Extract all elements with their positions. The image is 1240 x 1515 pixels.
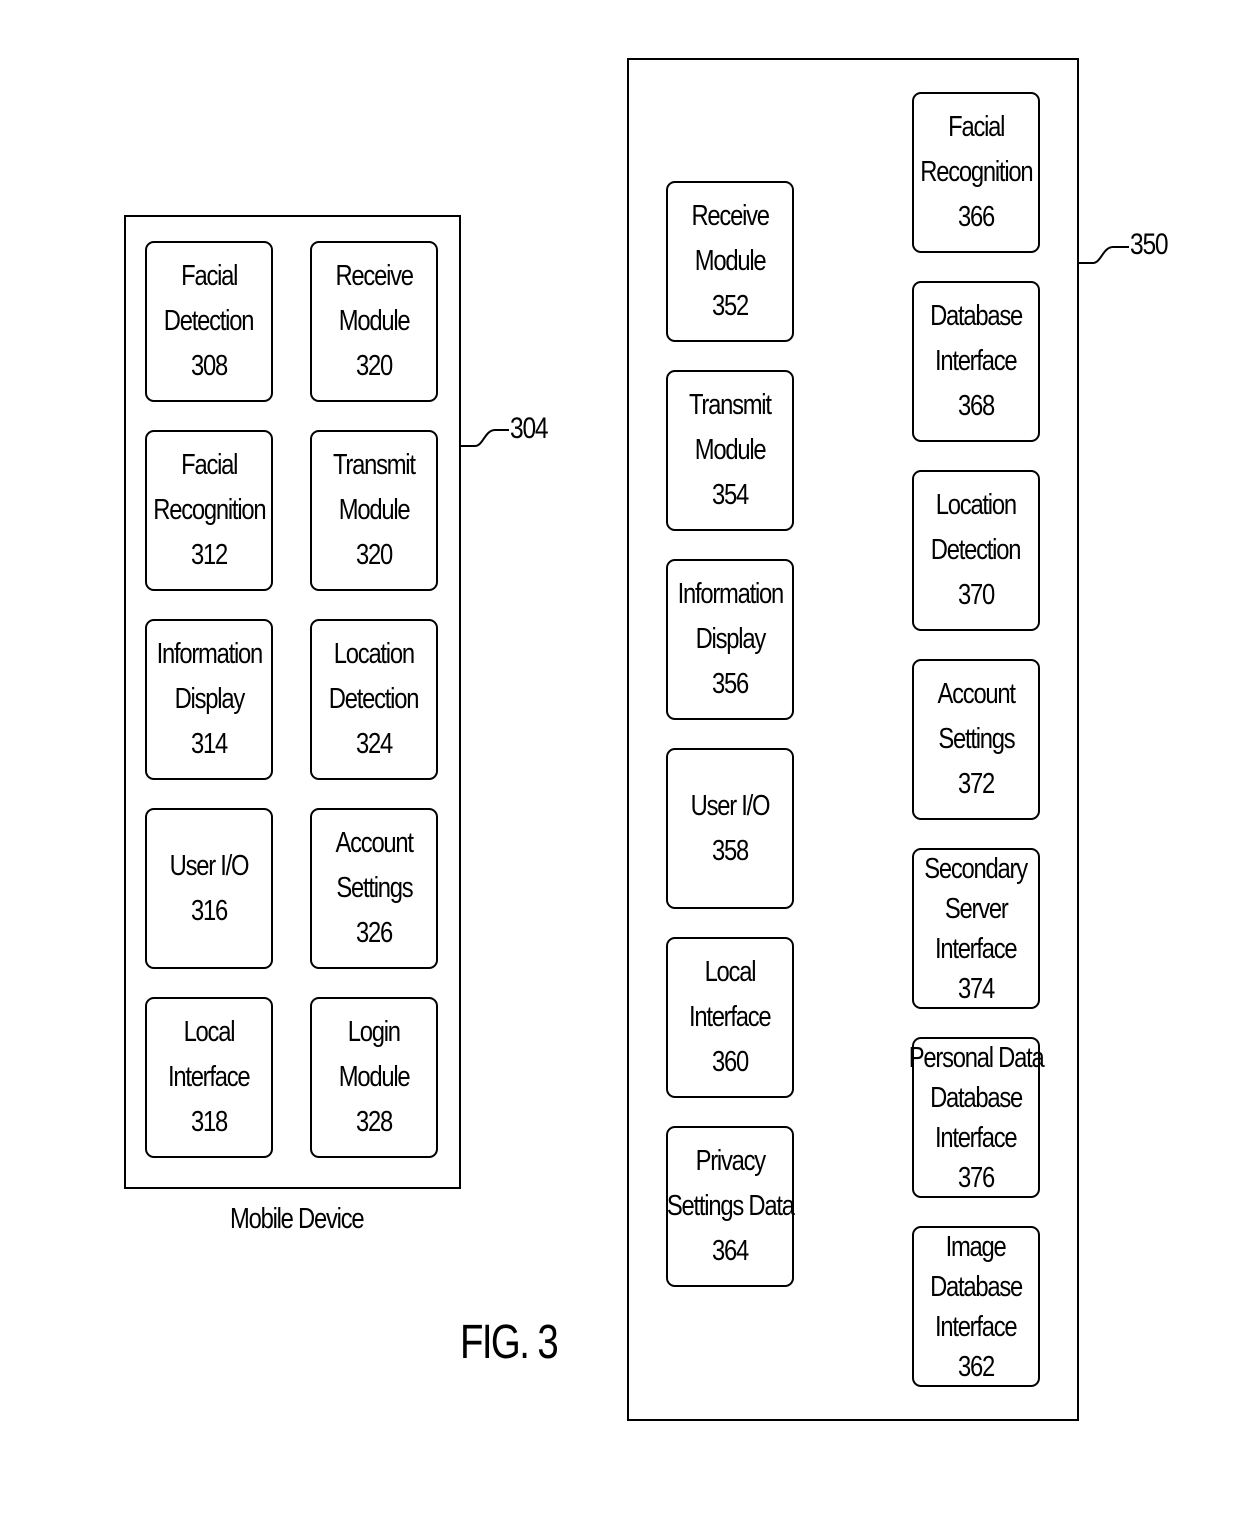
module-login-module: Login Module 328 [310,997,438,1158]
module-ref-number: 316 [190,894,228,927]
mobile-device-caption: Mobile Device [230,1203,365,1235]
module-label-line: Interface [935,1121,1018,1154]
module-label-line: Local [183,1016,236,1048]
module-ref-number: 370 [957,579,995,611]
module-ref-number: 328 [355,1106,393,1138]
figure-label: FIG. 3 [460,1316,559,1369]
module-label-line: Login [347,1016,401,1048]
module-privacy-settings-data: Privacy Settings Data 364 [666,1126,795,1287]
module-label-line: Receive [335,260,414,292]
module-label-line: Database [930,1270,1023,1303]
module-ref-number: 320 [355,350,393,382]
server-leader-line [1079,246,1129,264]
mobile-device-ref-number: 304 [510,412,549,445]
module-label-line: Transmit [689,389,772,421]
module-label-line: Location [333,638,415,670]
module-ref-number: 360 [711,1046,749,1078]
module-label-line: Module [694,245,767,277]
module-ref-number: 368 [957,390,995,422]
module-label-line: Account [937,678,1016,710]
module-label-line: Secondary [924,852,1029,885]
module-label-line: Recognition [152,494,266,526]
module-location-detection: Location Detection 324 [310,619,438,780]
module-label-line: Module [338,1061,411,1093]
module-ref-number: 362 [957,1350,995,1383]
module-information-display: Information Display 356 [666,559,794,720]
module-user-i-o: User I/O 316 [145,808,273,969]
module-ref-number: 364 [711,1235,749,1267]
module-label-line: Display [695,623,766,655]
module-ref-number: 376 [957,1161,995,1194]
module-ref-number: 366 [957,201,995,233]
module-label-line: Detection [931,534,1022,566]
module-database-interface: Database Interface 368 [912,281,1040,442]
module-label-line: Location [935,489,1017,521]
module-local-interface: Local Interface 318 [145,997,273,1158]
module-information-display: Information Display 314 [145,619,273,780]
module-receive-module: Receive Module 352 [666,181,794,342]
module-label-line: Module [338,494,411,526]
module-ref-number: 308 [190,350,228,382]
module-label-line: User I/O [169,849,250,882]
mobile-device-leader-line [461,429,509,447]
module-label-line: Module [338,305,411,337]
module-ref-number: 314 [190,728,228,760]
module-label-line: Interface [935,345,1018,377]
module-ref-number: 324 [355,728,393,760]
module-label-line: Detection [329,683,420,715]
module-image-database-interface: Image Database Interface 362 [912,1226,1040,1387]
module-label-line: Information [156,638,263,670]
module-location-detection: Location Detection 370 [912,470,1040,631]
module-label-line: Facial [180,260,238,292]
module-label-line: Display [174,683,245,715]
module-label-line: Receive [691,200,770,232]
module-ref-number: 326 [355,917,393,949]
module-label-line: Database [930,1081,1023,1114]
module-label-line: Server [944,892,1009,925]
module-facial-recognition: Facial Recognition 312 [145,430,273,591]
module-label-line: Facial [180,449,238,481]
module-ref-number: 358 [711,834,749,867]
module-ref-number: 354 [711,479,749,511]
module-label-line: Interface [689,1001,772,1033]
module-transmit-module: Transmit Module 320 [310,430,438,591]
module-ref-number: 372 [957,768,995,800]
module-label-line: Local [704,956,757,988]
module-personal-data-database-interface: Personal Data Database Interface 376 [909,1037,1045,1198]
module-label-line: Detection [164,305,255,337]
module-label-line: Privacy [695,1145,766,1177]
module-label-line: Image [946,1230,1007,1263]
module-ref-number: 356 [711,668,749,700]
module-label-line: Personal Data [908,1041,1045,1074]
module-facial-detection: Facial Detection 308 [145,241,273,402]
module-ref-number: 352 [711,290,749,322]
module-label-line: Interface [935,1310,1018,1343]
module-local-interface: Local Interface 360 [666,937,794,1098]
module-label-line: Recognition [919,156,1033,188]
module-label-line: Settings [937,723,1015,755]
module-label-line: User I/O [690,789,771,822]
module-account-settings: Account Settings 326 [310,808,438,969]
module-ref-number: 318 [190,1106,228,1138]
server-ref-number: 350 [1130,228,1169,261]
module-ref-number: 374 [957,972,995,1005]
module-label-line: Settings [335,872,413,904]
module-secondary-server-interface: Secondary Server Interface 374 [912,848,1040,1009]
module-ref-number: 312 [190,539,228,571]
module-label-line: Settings Data [666,1190,795,1222]
module-label-line: Interface [935,932,1018,965]
module-transmit-module: Transmit Module 354 [666,370,794,531]
module-label-line: Interface [168,1061,251,1093]
module-account-settings: Account Settings 372 [912,659,1040,820]
module-ref-number: 320 [355,539,393,571]
module-label-line: Information [677,578,784,610]
module-label-line: Transmit [333,449,416,481]
module-label-line: Account [335,827,414,859]
module-label-line: Facial [947,111,1005,143]
module-receive-module: Receive Module 320 [310,241,438,402]
module-facial-recognition: Facial Recognition 366 [912,92,1040,253]
module-user-i-o: User I/O 358 [666,748,794,909]
module-label-line: Database [930,300,1023,332]
module-label-line: Module [694,434,767,466]
